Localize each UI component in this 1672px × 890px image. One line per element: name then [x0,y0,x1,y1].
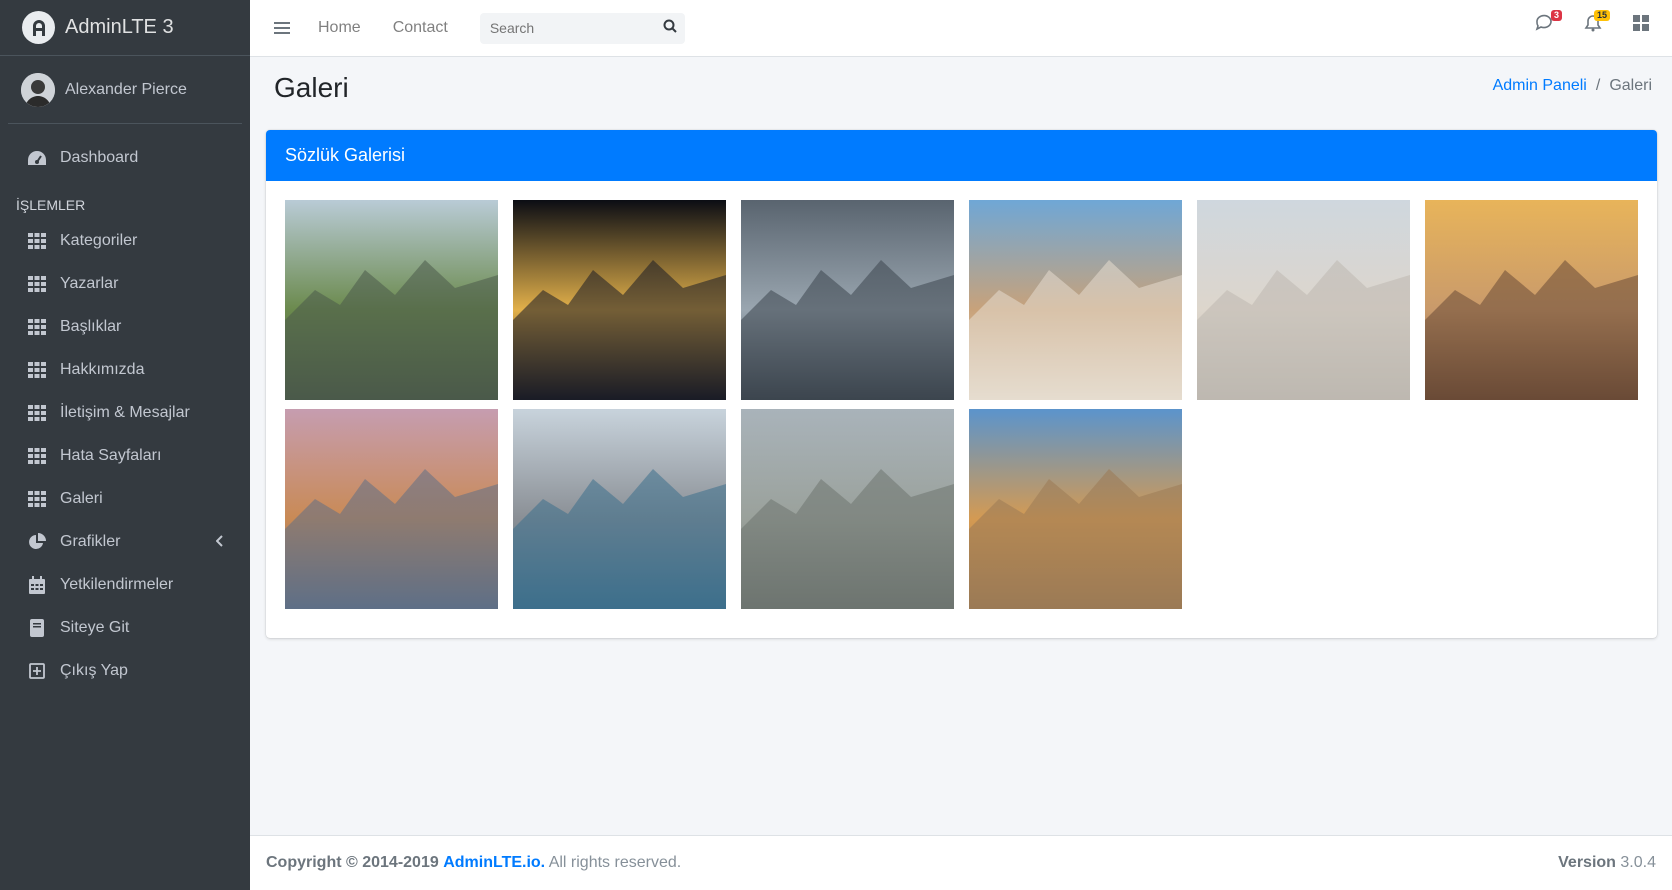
user-panel[interactable]: Alexander Pierce [8,56,242,124]
sidebar-item-basliklar[interactable]: Başlıklar [8,305,242,348]
search-input[interactable] [487,19,642,37]
breadcrumb-home-link[interactable]: Admin Paneli [1493,77,1587,95]
version-number: 3.0.4 [1620,854,1656,871]
plus-square-icon [26,662,48,680]
card-title: Sözlük Galerisi [285,145,406,165]
breadcrumb-separator: / [1595,77,1601,94]
sidebar-item-label: Yazarlar [60,274,119,292]
main-sidebar: AdminLTE 3 Alexander Pierce Dashboard İŞ… [0,0,250,890]
top-navbar: Home Contact 3 15 [250,0,1672,57]
moscow-kremlin-photo[interactable] [285,409,498,609]
grid-icon [26,275,48,293]
navbar-right: 3 15 [1508,10,1652,36]
stockholm-snow-photo[interactable] [741,200,954,400]
brand-logo-icon [22,11,55,44]
sidebar-item-iletisim[interactable]: İletişim & Mesajlar [8,391,242,434]
tachometer-icon [26,149,48,167]
sidebar-item-label: Hakkımızda [60,360,145,378]
milan-cathedral-photo[interactable] [1197,200,1410,400]
user-name: Alexander Pierce [65,80,187,98]
sidebar-item-yetkilendirmeler[interactable]: Yetkilendirmeler [8,563,242,606]
th-large-icon [1633,14,1649,36]
sidebar-item-label: İletişim & Mesajlar [60,403,190,421]
brand-name: AdminLTE 3 [65,16,174,38]
chevron-left-icon[interactable] [215,534,224,552]
copyright-text: Copyright © 2014-2019 [266,854,439,871]
amsterdam-canal-photo[interactable] [285,200,498,400]
page-title: Galeri [274,72,349,103]
sidebar-item-label: Kategoriler [60,231,138,249]
sidebar-item-label: Siteye Git [60,618,130,636]
sidebar-item-yazarlar[interactable]: Yazarlar [8,262,242,305]
sidebar-section-header: İŞLEMLER [16,197,86,213]
sidebar-item-siteye-git[interactable]: Siteye Git [8,606,242,649]
search-icon[interactable] [663,19,677,38]
avatar [21,72,55,107]
grid-icon [26,490,48,508]
breadcrumb: Admin Paneli / Galeri [1493,77,1652,95]
rights-text: All rights reserved. [548,854,682,871]
madrid-skyline-photo[interactable] [1425,200,1638,400]
book-icon [26,618,48,637]
pie-chart-icon [26,532,48,551]
berlin-night-photo[interactable] [513,200,726,400]
grid-icon [26,318,48,336]
grid-icon [26,232,48,250]
gallery-card: Sözlük Galerisi [266,130,1657,638]
sidebar-item-dashboard[interactable]: Dashboard [8,136,242,179]
messages-badge: 3 [1550,10,1562,21]
footer-copyright: Copyright © 2014-2019 AdminLTE.io. All r… [266,854,681,872]
sidebar-item-label: Başlıklar [60,317,122,335]
search-box [479,12,685,44]
breadcrumb-current: Galeri [1609,77,1652,94]
lisbon-square-photo[interactable] [969,200,1182,400]
sidebar-item-hata-sayfalari[interactable]: Hata Sayfaları [8,434,242,477]
nav-link-contact[interactable]: Contact [393,19,448,37]
brand-link[interactable]: AdminLTE 3 [0,0,250,56]
sidebar-nav: Dashboard [0,136,250,179]
colosseum-photo[interactable] [969,409,1182,609]
footer-link[interactable]: AdminLTE.io. [443,854,545,871]
new-york-aerial-photo[interactable] [513,409,726,609]
control-sidebar-button[interactable] [1630,14,1652,36]
sidebar-item-label: Galeri [60,489,103,507]
sidebar-item-label: Grafikler [60,532,121,550]
sidebar-item-grafikler[interactable]: Grafikler [8,520,242,563]
sidebar-item-label: Dashboard [60,148,139,166]
grid-icon [26,404,48,422]
nav-link-home[interactable]: Home [318,19,361,37]
messages-button[interactable]: 3 [1534,10,1562,36]
sidebar-item-label: Yetkilendirmeler [60,575,174,593]
sidebar-item-galeri[interactable]: Galeri [8,477,242,520]
sidebar-item-kategoriler[interactable]: Kategoriler [8,219,242,262]
paris-aerial-photo[interactable] [741,409,954,609]
grid-icon [26,447,48,465]
version-label: Version [1558,854,1616,871]
menu-toggle-icon[interactable] [274,19,290,37]
calendar-icon [26,575,48,594]
sidebar-item-label: Hata Sayfaları [60,446,162,464]
footer-version: Version 3.0.4 [1558,854,1656,872]
grid-icon [26,361,48,379]
notifications-button[interactable]: 15 [1582,10,1610,36]
notifications-badge: 15 [1593,10,1610,21]
sidebar-item-cikis-yap[interactable]: Çıkış Yap [8,649,242,692]
main-footer: Copyright © 2014-2019 AdminLTE.io. All r… [250,835,1672,890]
sidebar-item-hakkimizda[interactable]: Hakkımızda [8,348,242,391]
card-header: Sözlük Galerisi [266,130,1657,181]
sidebar-nav-operations: Kategoriler Yazarlar Başlıklar Hakkımızd… [0,219,250,692]
sidebar-item-label: Çıkış Yap [60,661,128,679]
